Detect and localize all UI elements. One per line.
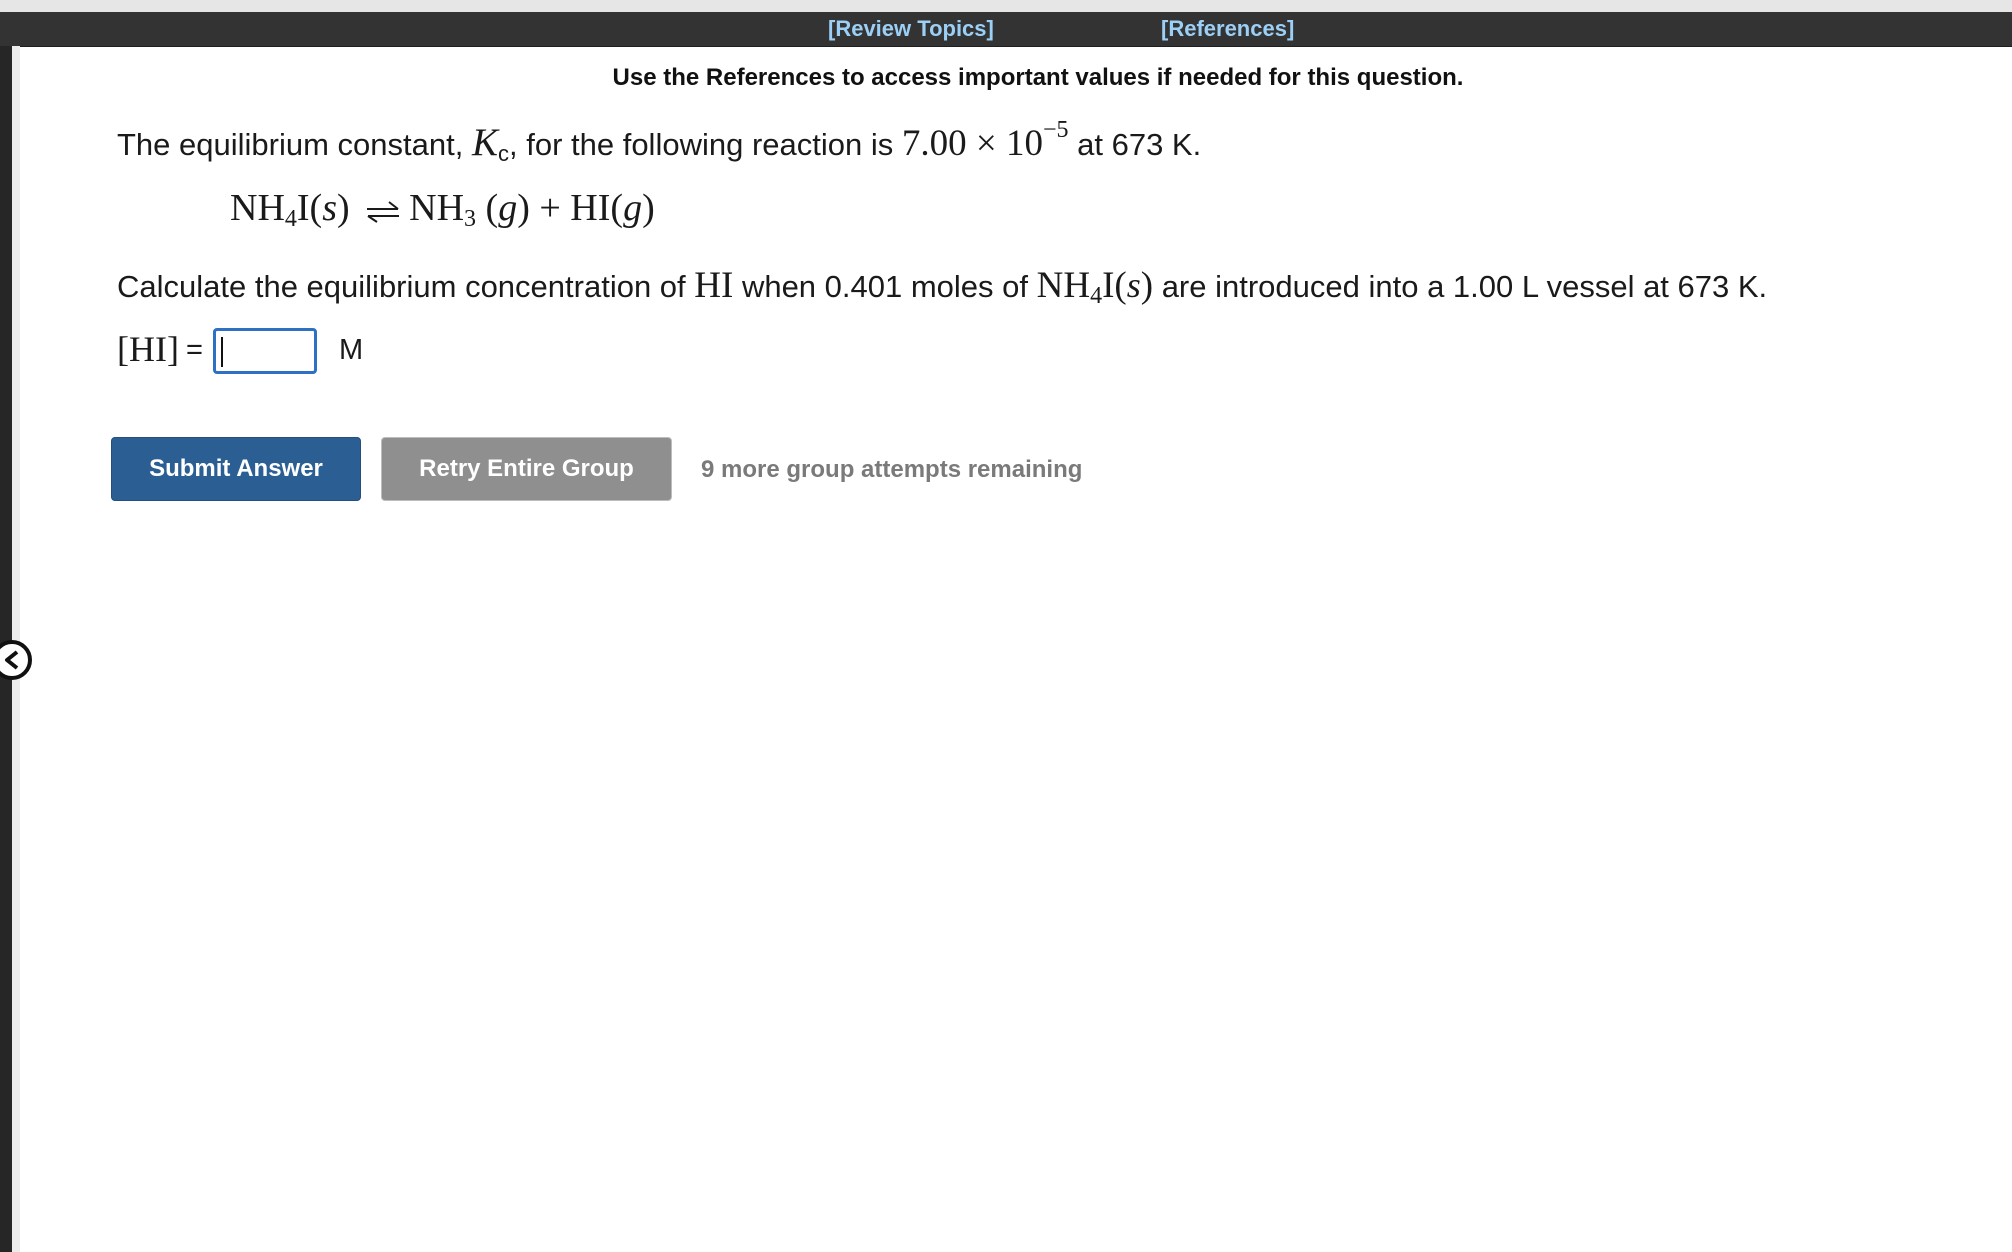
- submit-answer-button[interactable]: Submit Answer: [111, 437, 361, 501]
- product-1: NH: [409, 187, 465, 229]
- answer-equals: =: [186, 334, 203, 366]
- product-1-subscript: 3: [464, 206, 477, 232]
- answer-unit: M: [339, 334, 364, 366]
- product-1-state: g: [498, 187, 518, 229]
- plus-sign: +: [529, 187, 571, 229]
- equilibrium-arrow-icon: [365, 189, 401, 233]
- compound-state: s: [1126, 265, 1141, 305]
- species-hi: HI: [694, 265, 734, 306]
- collapse-sidebar-button[interactable]: [0, 640, 32, 680]
- question-text: Calculate the equilibrium concentration …: [117, 269, 695, 304]
- reactant-close: ): [337, 187, 350, 229]
- product-2-close: ): [642, 187, 655, 229]
- question-text: , for the following reaction is: [508, 127, 902, 162]
- product-1-open: (: [476, 187, 499, 229]
- product-1-close: ): [517, 187, 530, 229]
- reaction-equation: NH4I(s) NH3 (g) + HI(g): [230, 186, 655, 233]
- chevron-left-icon: [3, 649, 21, 671]
- compound-close: ): [1140, 265, 1154, 306]
- reactant-subscript: 4: [284, 206, 297, 232]
- kc-exponent: −5: [1042, 117, 1069, 143]
- retry-entire-group-button[interactable]: Retry Entire Group: [381, 437, 672, 501]
- question-text: The equilibrium constant,: [117, 127, 472, 162]
- reactant: NH: [230, 187, 285, 229]
- attempts-remaining-text: 9 more group attempts remaining: [701, 456, 1083, 483]
- question-text: at 673 K.: [1068, 127, 1202, 162]
- compound-subscript: 4: [1090, 283, 1103, 309]
- kc-subscript: c: [497, 141, 509, 166]
- hi-concentration-input[interactable]: [213, 328, 317, 374]
- text-caret: [221, 337, 223, 367]
- kc-value: 7.00 × 10: [901, 123, 1043, 164]
- kc-symbol: K: [471, 121, 498, 164]
- references-notice: Use the References to access important v…: [612, 64, 1464, 91]
- top-strip: [0, 0, 2012, 12]
- question-line-1: The equilibrium constant, Kc, for the fo…: [117, 117, 1202, 166]
- compound-rest: I(: [1102, 265, 1127, 306]
- product-2-state: g: [623, 187, 643, 229]
- question-line-2: Calculate the equilibrium concentration …: [117, 264, 1768, 309]
- product-2: HI(: [570, 187, 624, 229]
- reactant-state: s: [322, 187, 337, 229]
- compound: NH: [1036, 265, 1091, 306]
- references-link[interactable]: [References]: [1161, 16, 1294, 42]
- answer-label: [HI]: [117, 329, 179, 369]
- reactant-rest: I(: [296, 187, 323, 229]
- question-text: when 0.401 moles of: [733, 269, 1037, 304]
- question-text: are introduced into a 1.00 L vessel at 6…: [1153, 269, 1768, 304]
- review-topics-link[interactable]: [Review Topics]: [828, 16, 994, 42]
- top-nav-bar: [Review Topics] [References]: [0, 12, 2012, 47]
